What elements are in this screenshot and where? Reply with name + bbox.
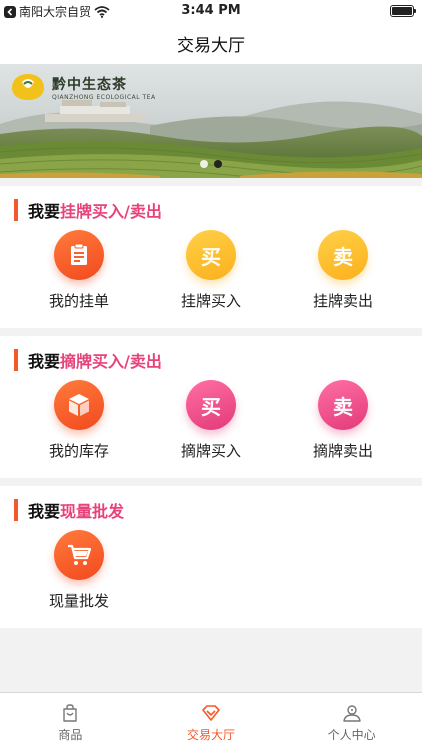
tab-bar: 商品 交易大厅 个人中心 [0,692,422,750]
tab-trading-hall[interactable]: 交易大厅 [141,693,282,750]
section-title-prefix: 我要 [28,352,61,371]
bag-icon [63,704,78,722]
tab-label: 交易大厅 [187,728,236,742]
section-title-prefix: 我要 [28,202,61,221]
section-listing: 我要 挂牌买入/卖出 我的挂单 买 挂牌买入 卖 挂牌卖出 [0,186,422,328]
status-bar: 南阳大宗自贸 3:44 PM [0,0,422,22]
person-icon [342,705,361,722]
section-title: 我要 现量批发 [14,498,124,522]
section-title: 我要 摘牌买入/卖出 [14,348,162,372]
item-label: 我的库存 [48,442,109,460]
status-time: 3:44 PM [181,3,241,18]
buy-icon: 买 [186,230,236,280]
tab-label: 商品 [58,728,83,742]
item-label: 挂牌买入 [180,292,241,310]
sell-icon: 卖 [318,380,368,430]
buy-icon: 买 [186,380,236,430]
section-title: 我要 挂牌买入/卖出 [14,198,162,222]
wholesale-button[interactable]: 现量批发 [19,530,139,611]
nav-bar: 交易大厅 [0,22,422,64]
section-delisting: 我要 摘牌买入/卖出 我的库存 买 摘牌买入 卖 摘牌卖出 [0,336,422,478]
tab-profile[interactable]: 个人中心 [281,693,422,750]
banner-carousel[interactable]: 黔中生态茶 QIANZHONG ECOLOGICAL TEA [0,64,422,178]
carousel-indicators [0,160,422,168]
box-icon [54,380,104,430]
diamond-icon [202,705,220,721]
carousel-dot[interactable] [200,160,208,168]
tab-products[interactable]: 商品 [0,693,141,750]
section-title-highlight: 摘牌买入/卖出 [60,352,162,371]
brand-logo: 黔中生态茶 QIANZHONG ECOLOGICAL TEA [10,72,156,102]
sell-icon: 卖 [318,230,368,280]
section-accent-bar [14,499,18,521]
item-label: 现量批发 [48,592,109,610]
my-listings-button[interactable]: 我的挂单 [19,230,139,311]
brand-logo-icon [12,74,44,100]
item-label: 摘牌卖出 [312,442,373,460]
section-title-highlight: 现量批发 [60,502,125,521]
section-accent-bar [14,349,18,371]
item-label: 挂牌卖出 [312,292,373,310]
tab-label: 个人中心 [327,728,376,742]
brand-name: 黔中生态茶 [52,76,127,93]
page-title: 交易大厅 [177,35,245,56]
cart-icon [54,530,104,580]
listing-sell-button[interactable]: 卖 挂牌卖出 [283,230,403,311]
carousel-dot-active[interactable] [214,160,222,168]
battery-icon [390,5,416,17]
delisting-buy-button[interactable]: 买 摘牌买入 [151,380,271,461]
section-wholesale: 我要 现量批发 现量批发 [0,486,422,628]
section-accent-bar [14,199,18,221]
item-label: 摘牌买入 [180,442,241,460]
section-title-prefix: 我要 [28,502,61,521]
clipboard-icon [54,230,104,280]
item-label: 我的挂单 [48,292,109,310]
section-title-highlight: 挂牌买入/卖出 [60,202,162,221]
my-inventory-button[interactable]: 我的库存 [19,380,139,461]
delisting-sell-button[interactable]: 卖 摘牌卖出 [283,380,403,461]
listing-buy-button[interactable]: 买 挂牌买入 [151,230,271,311]
brand-en: QIANZHONG ECOLOGICAL TEA [52,93,156,101]
